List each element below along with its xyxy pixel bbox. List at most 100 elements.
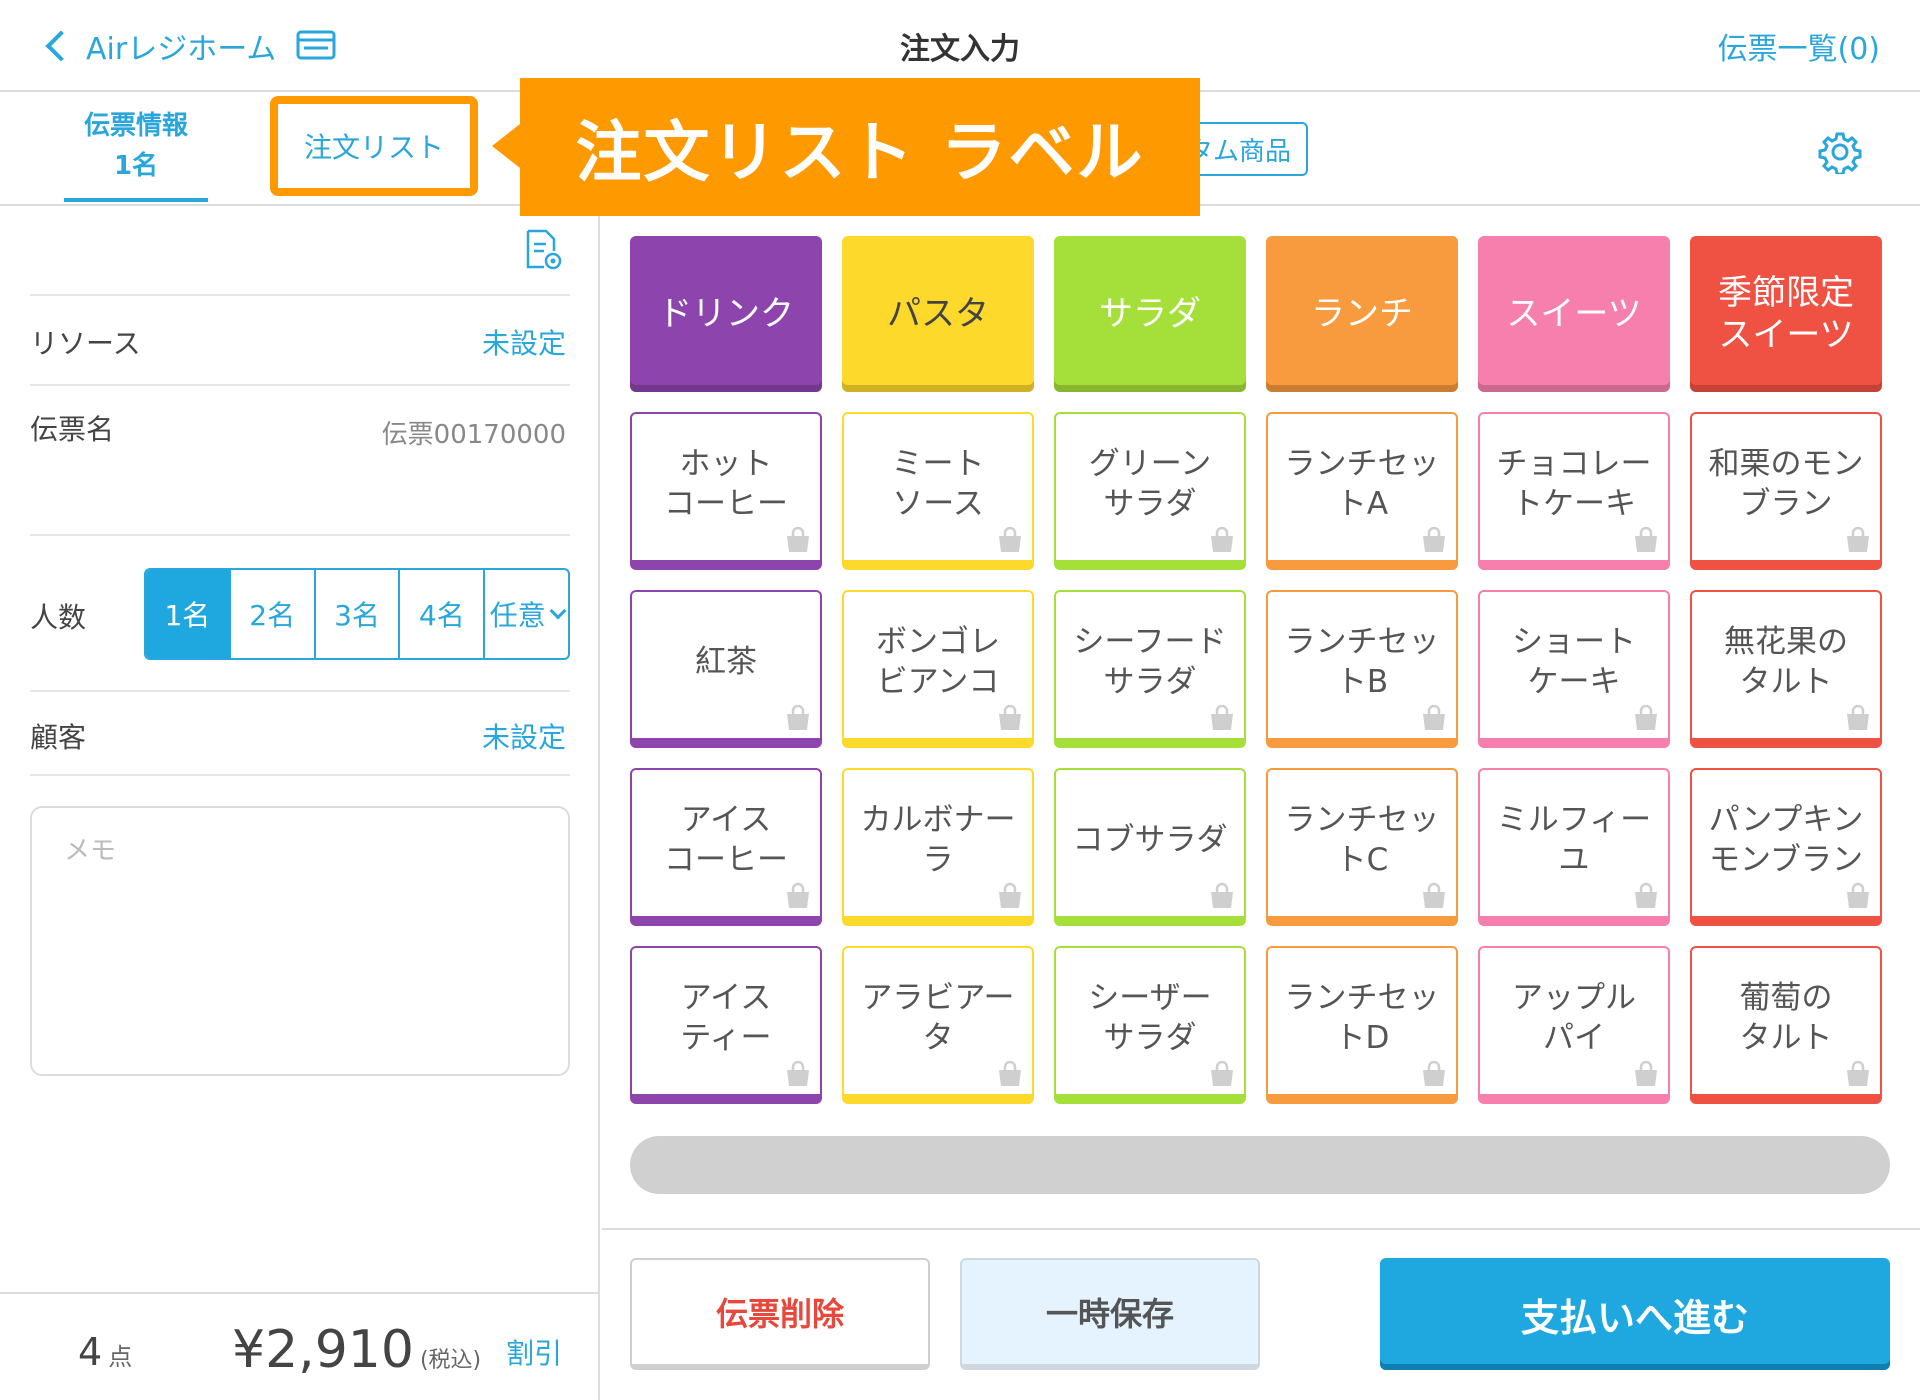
shopping-bag-icon <box>1211 882 1233 908</box>
product-label: ミルフィー ユ <box>1496 802 1652 878</box>
divider <box>602 1228 1920 1230</box>
shopping-bag-icon <box>999 704 1021 730</box>
product-tile[interactable]: アップル パイ <box>1478 946 1670 1104</box>
category-tile[interactable]: ランチ <box>1266 236 1458 392</box>
product-tile[interactable]: チョコレー トケーキ <box>1478 412 1670 570</box>
product-tile[interactable]: 和栗のモン ブラン <box>1690 412 1882 570</box>
product-label: ショート ケーキ <box>1512 624 1636 700</box>
product-label: コブサラダ <box>1072 822 1228 858</box>
slip-name-value[interactable]: 伝票00170000 <box>382 414 566 451</box>
tax-note: (税込) <box>419 1348 482 1373</box>
product-tile[interactable]: カルボナー ラ <box>842 768 1034 926</box>
tab-order-list[interactable]: 注文リスト <box>270 96 478 196</box>
slip-info-panel: リソース 未設定 伝票名 伝票00170000 人数 1名 2名 3名 4名 任… <box>0 208 600 1400</box>
shopping-bag-icon <box>1635 526 1657 552</box>
product-tile[interactable]: シーフード サラダ <box>1054 590 1246 748</box>
proceed-to-payment-button[interactable]: 支払いへ進む <box>1380 1258 1890 1370</box>
product-label: アップル パイ <box>1512 980 1636 1056</box>
back-button[interactable]: Airレジホーム <box>42 22 276 70</box>
product-tile[interactable]: ランチセッ トA <box>1266 412 1458 570</box>
product-tile[interactable]: アイス ティー <box>630 946 822 1104</box>
divider <box>30 690 570 692</box>
shopping-bag-icon <box>1211 1060 1233 1086</box>
people-label: 人数 <box>30 601 87 634</box>
customer-value[interactable]: 未設定 <box>482 716 566 756</box>
product-tile[interactable]: コブサラダ <box>1054 768 1246 926</box>
category-label: サラダ <box>1099 294 1201 334</box>
tab-slip-info[interactable]: 伝票情報 1名 <box>64 106 208 202</box>
shopping-bag-icon <box>787 1060 809 1086</box>
tab-slip-info-label: 伝票情報 <box>83 111 188 141</box>
chevron-left-icon <box>45 30 77 62</box>
shopping-bag-icon <box>999 1060 1021 1086</box>
category-label: ランチ <box>1311 294 1413 334</box>
product-label: シーフード サラダ <box>1073 624 1227 700</box>
shopping-bag-icon <box>1423 882 1445 908</box>
divider <box>30 294 570 296</box>
shopping-bag-icon <box>1211 704 1233 730</box>
product-label: 無花果の タルト <box>1724 624 1848 700</box>
shopping-bag-icon <box>1635 1060 1657 1086</box>
product-tile[interactable]: ショート ケーキ <box>1478 590 1670 748</box>
shopping-bag-icon <box>1847 1060 1869 1086</box>
delete-slip-button[interactable]: 伝票削除 <box>630 1258 930 1370</box>
shopping-bag-icon <box>1423 1060 1445 1086</box>
product-tile[interactable]: ランチセッ トC <box>1266 768 1458 926</box>
category-tile[interactable]: サラダ <box>1054 236 1246 392</box>
item-count-unit: 点 <box>108 1343 133 1371</box>
divider <box>30 774 570 776</box>
people-count-selector: 1名 2名 3名 4名 任意 <box>144 568 570 660</box>
product-label: グリーン サラダ <box>1088 446 1212 522</box>
people-option-3[interactable]: 3名 <box>313 570 399 658</box>
product-label: アラビアー タ <box>861 980 1015 1056</box>
product-tile[interactable]: 葡萄の タルト <box>1690 946 1882 1104</box>
category-tile[interactable]: スイーツ <box>1478 236 1670 392</box>
category-label: パスタ <box>887 294 989 334</box>
hold-button[interactable]: 一時保存 <box>960 1258 1260 1370</box>
people-option-4[interactable]: 4名 <box>398 570 483 658</box>
product-tile[interactable]: ランチセッ トB <box>1266 590 1458 748</box>
product-label: 和栗のモン ブラン <box>1708 446 1864 522</box>
product-tile[interactable]: 無花果の タルト <box>1690 590 1882 748</box>
shopping-bag-icon <box>999 882 1021 908</box>
tab-slip-info-count: 1名 <box>113 151 159 181</box>
product-tile[interactable]: グリーン サラダ <box>1054 412 1246 570</box>
shopping-bag-icon <box>1211 526 1233 552</box>
people-option-custom[interactable]: 任意 <box>483 570 568 658</box>
people-option-2[interactable]: 2名 <box>228 570 314 658</box>
customer-label: 顧客 <box>30 721 87 754</box>
product-tile[interactable]: ホット コーヒー <box>630 412 822 570</box>
slip-name-label: 伝票名 <box>30 413 115 446</box>
product-tile[interactable]: ミート ソース <box>842 412 1034 570</box>
product-label: ランチセッ トC <box>1284 802 1440 878</box>
total-amount: ¥2,910 (税込) <box>232 1320 481 1380</box>
product-tile[interactable]: ミルフィー ユ <box>1478 768 1670 926</box>
category-tile[interactable]: 季節限定 スイーツ <box>1690 236 1882 392</box>
memo-field[interactable]: メモ <box>30 806 570 1076</box>
product-label: アイス ティー <box>680 980 772 1056</box>
category-tile[interactable]: ドリンク <box>630 236 822 392</box>
shopping-bag-icon <box>1847 526 1869 552</box>
document-gear-icon[interactable] <box>524 228 564 272</box>
product-tile[interactable]: 紅茶 <box>630 590 822 748</box>
item-count-value: 4 <box>78 1330 103 1374</box>
product-tile[interactable]: パンプキン モンブラン <box>1690 768 1882 926</box>
category-tile[interactable]: パスタ <box>842 236 1034 392</box>
category-label: スイーツ <box>1506 294 1642 334</box>
people-option-1[interactable]: 1名 <box>146 570 229 658</box>
product-label: カルボナー ラ <box>860 802 1016 878</box>
product-tile[interactable]: ボンゴレ ビアンコ <box>842 590 1034 748</box>
discount-link[interactable]: 割引 <box>506 1332 562 1372</box>
product-tile[interactable]: ランチセッ トD <box>1266 946 1458 1104</box>
resource-value[interactable]: 未設定 <box>482 322 566 362</box>
product-tile[interactable]: アラビアー タ <box>842 946 1034 1104</box>
cash-drawer-icon[interactable] <box>296 28 336 62</box>
product-label: シーザー サラダ <box>1088 980 1212 1056</box>
slip-list-link[interactable]: 伝票一覧(0) <box>1718 24 1881 68</box>
gear-icon[interactable] <box>1818 130 1862 174</box>
grid-scrollbar[interactable] <box>630 1136 1890 1194</box>
resource-label: リソース <box>30 327 141 360</box>
product-tile[interactable]: シーザー サラダ <box>1054 946 1246 1104</box>
shopping-bag-icon <box>787 704 809 730</box>
product-tile[interactable]: アイス コーヒー <box>630 768 822 926</box>
